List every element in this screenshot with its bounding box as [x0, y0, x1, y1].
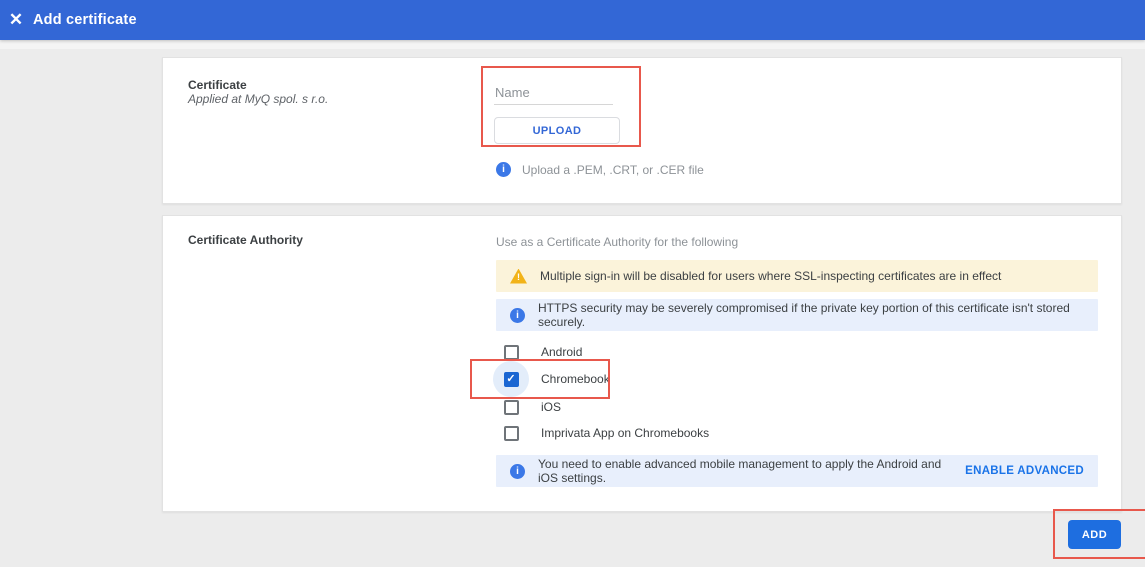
- ios-checkbox[interactable]: [494, 393, 528, 421]
- info-icon: i: [496, 162, 511, 177]
- https-banner-text: HTTPS security may be severely compromis…: [538, 301, 1084, 329]
- close-icon[interactable]: ✕: [0, 0, 32, 40]
- dialog-header: ✕ Add certificate: [0, 0, 1145, 40]
- certificate-label: Certificate: [188, 78, 247, 92]
- authority-description: Use as a Certificate Authority for the f…: [496, 235, 738, 249]
- upload-button[interactable]: UPLOAD: [494, 117, 620, 144]
- info-icon: i: [510, 308, 525, 323]
- upload-hint-text: Upload a .PEM, .CRT, or .CER file: [522, 163, 704, 177]
- checkbox-row-chromebook: Chromebook: [494, 365, 610, 393]
- warning-banner-text: Multiple sign-in will be disabled for us…: [540, 269, 1084, 283]
- certificate-sublabel: Applied at MyQ spol. s r.o.: [188, 92, 328, 106]
- mobile-management-info-banner: i You need to enable advanced mobile man…: [496, 455, 1098, 487]
- ios-checkbox-label: iOS: [541, 400, 561, 414]
- add-certificate-dialog: ✕ Add certificate Certificate Applied at…: [0, 0, 1145, 567]
- certificate-card: Certificate Applied at MyQ spol. s r.o. …: [162, 57, 1122, 204]
- multiple-signin-warning-banner: ! Multiple sign-in will be disabled for …: [496, 260, 1098, 292]
- checkbox-row-imprivata: Imprivata App on Chromebooks: [494, 419, 709, 447]
- android-checkbox-label: Android: [541, 345, 582, 359]
- imprivata-checkbox-label: Imprivata App on Chromebooks: [541, 426, 709, 440]
- chromebook-checkbox-label: Chromebook: [541, 372, 610, 386]
- warning-icon: !: [510, 269, 527, 284]
- mobile-banner-text: You need to enable advanced mobile manag…: [538, 457, 944, 485]
- enable-advanced-link[interactable]: ENABLE ADVANCED: [965, 465, 1084, 477]
- info-icon: i: [510, 464, 525, 479]
- imprivata-checkbox[interactable]: [494, 419, 528, 447]
- certificate-name-input[interactable]: [494, 82, 613, 105]
- checkbox-row-ios: iOS: [494, 393, 561, 421]
- certificate-authority-card: Certificate Authority Use as a Certifica…: [162, 215, 1122, 512]
- https-security-info-banner: i HTTPS security may be severely comprom…: [496, 299, 1098, 331]
- add-button[interactable]: ADD: [1068, 520, 1121, 549]
- dialog-title: Add certificate: [33, 12, 137, 28]
- header-shadow-strip: [0, 40, 1145, 49]
- certificate-authority-label: Certificate Authority: [188, 233, 303, 247]
- upload-hint-row: i Upload a .PEM, .CRT, or .CER file: [496, 162, 704, 177]
- chromebook-checkbox[interactable]: [494, 365, 528, 393]
